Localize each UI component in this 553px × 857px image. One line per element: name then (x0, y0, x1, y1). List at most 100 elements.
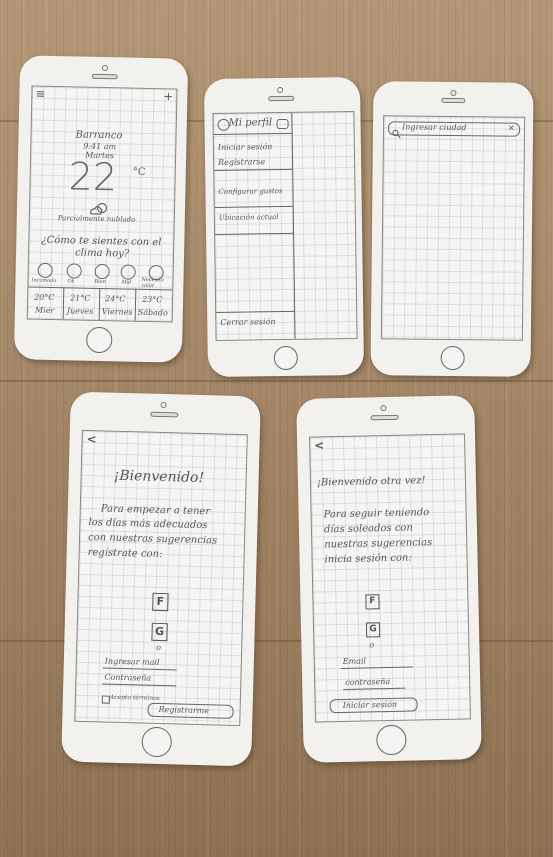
phone-speaker (91, 73, 118, 80)
weather-sketch-card: ≡ + Barranco 9:41 am Martes 22 °C Parcia… (13, 55, 189, 363)
facebook-login-button[interactable]: F (365, 594, 380, 610)
google-login-button[interactable]: G (151, 622, 168, 642)
location-name: Barranco (75, 129, 123, 142)
register-body: los días más adecuados (88, 517, 208, 532)
temperature-unit: °C (132, 166, 146, 178)
forecast-temp: 23°C (142, 294, 163, 305)
phone-camera (277, 86, 284, 94)
profile-header[interactable]: Mi perfil (228, 117, 272, 129)
google-login-button[interactable]: G (365, 622, 381, 638)
forecast-divider (98, 287, 101, 320)
register-sketch-card: < ¡Bienvenido! Para empezar a tener los … (61, 391, 261, 767)
register-button-label: Registrarme (158, 704, 210, 716)
register-body: regístrate con: (87, 547, 163, 561)
menu-item-logout[interactable]: Cerrar sesión (220, 317, 275, 327)
menu-divider (215, 232, 294, 235)
login-button[interactable]: Iniciar sesión (329, 697, 418, 714)
phone-speaker (441, 97, 466, 104)
profile-toggle-icon[interactable] (276, 118, 289, 130)
phone-camera (160, 401, 167, 409)
wood-plank-seam (0, 380, 553, 382)
register-body: con nuestras sugerencias (87, 532, 218, 547)
password-field-label: Contraseña (104, 672, 152, 683)
forecast-temp: 20°C (34, 292, 55, 303)
phone-camera (450, 89, 457, 97)
search-sketch-card: Ingresar ciudad ✕ (370, 81, 534, 377)
mood-prompt-line1: ¿Cómo te sientes con el (41, 234, 162, 249)
search-icon (392, 123, 401, 142)
register-title: ¡Bienvenido! (113, 467, 205, 487)
mood-option-bien[interactable] (94, 263, 110, 280)
email-field[interactable] (102, 667, 177, 671)
menu-divider (214, 205, 293, 208)
email-field[interactable] (340, 666, 413, 670)
weather-condition: Parcialmente nublado (57, 214, 136, 224)
phone-camera (101, 64, 109, 72)
forecast-divider (134, 288, 137, 321)
login-body: días soleados con (323, 522, 413, 536)
mood-label: Bien (94, 278, 106, 286)
email-field-label: Ingresar mail (104, 656, 160, 667)
home-button (141, 726, 173, 758)
mood-label: Ok (67, 278, 75, 285)
menu-divider (216, 310, 295, 313)
terms-checkbox[interactable] (101, 695, 110, 704)
back-icon[interactable]: < (314, 438, 324, 453)
forecast-temp: 24°C (105, 294, 126, 304)
forecast-day: Mier (34, 305, 55, 316)
menu-divider (214, 168, 293, 171)
register-screen: < ¡Bienvenido! Para empezar a tener los … (74, 429, 248, 727)
password-field[interactable] (343, 687, 406, 690)
temperature-value: 22 (68, 154, 118, 200)
login-body: inicia sesión con: (324, 552, 412, 566)
back-icon[interactable]: < (86, 432, 96, 447)
mood-label: Mal (121, 279, 132, 286)
login-body: Para seguir teniendo (323, 507, 430, 521)
terms-label: Acepto términos (109, 693, 160, 703)
forecast-temp: 21°C (70, 293, 91, 303)
forecast-day: Jueves (66, 306, 94, 316)
menu-divider (213, 132, 292, 135)
mood-label: Incomodo (31, 277, 57, 285)
login-screen: < ¡Bienvenido otra vez! Para seguir teni… (309, 433, 471, 723)
facebook-login-button[interactable]: F (152, 592, 169, 612)
add-icon[interactable]: + (163, 89, 173, 104)
forecast-day: Viernes (101, 307, 133, 317)
forecast-day: Sábado (137, 307, 169, 318)
close-icon[interactable]: ✕ (508, 124, 515, 133)
forecast-divider (62, 287, 65, 320)
menu-screen: Mi perfil Iniciar sesión Registrarse Con… (212, 111, 358, 341)
menu-item-login[interactable]: Iniciar sesión (218, 142, 273, 152)
menu-icon[interactable]: ≡ (35, 87, 45, 102)
login-sketch-card: < ¡Bienvenido otra vez! Para seguir teni… (296, 395, 482, 763)
phone-speaker (370, 414, 399, 421)
register-button[interactable]: Registrarme (147, 702, 234, 719)
login-title: ¡Bienvenido otra vez! (316, 475, 426, 489)
weather-screen: ≡ + Barranco 9:41 am Martes 22 °C Parcia… (26, 85, 178, 323)
password-field-label: contraseña (345, 676, 391, 687)
or-separator: o (156, 642, 162, 653)
drawer-edge (291, 112, 296, 339)
menu-item-location[interactable]: Ubicación actual (219, 213, 279, 222)
menu-item-preferences[interactable]: Configurar gustos (218, 187, 282, 196)
home-button (85, 326, 113, 354)
password-field[interactable] (102, 683, 177, 687)
mood-option-mal[interactable] (120, 264, 136, 280)
login-body: nuestras sugerencias (324, 537, 433, 551)
login-button-label: Iniciar sesión (342, 699, 398, 710)
home-button (440, 345, 465, 371)
menu-item-register[interactable]: Registrarse (218, 157, 265, 167)
phone-speaker (150, 411, 179, 418)
city-search-placeholder: Ingresar ciudad (402, 122, 467, 133)
menu-sketch-card: Mi perfil Iniciar sesión Registrarse Con… (203, 76, 365, 378)
phone-camera (380, 405, 387, 412)
mood-option-ok[interactable] (66, 263, 82, 279)
mood-prompt-line2: clima hoy? (74, 247, 130, 260)
home-button (273, 345, 298, 371)
home-button (376, 724, 407, 756)
register-body: Para empezar a tener (100, 503, 211, 518)
search-screen: Ingresar ciudad ✕ (380, 115, 526, 341)
or-separator: o (369, 640, 375, 650)
mood-option-incomodo[interactable] (37, 262, 53, 279)
email-field-label: Email (342, 656, 367, 666)
